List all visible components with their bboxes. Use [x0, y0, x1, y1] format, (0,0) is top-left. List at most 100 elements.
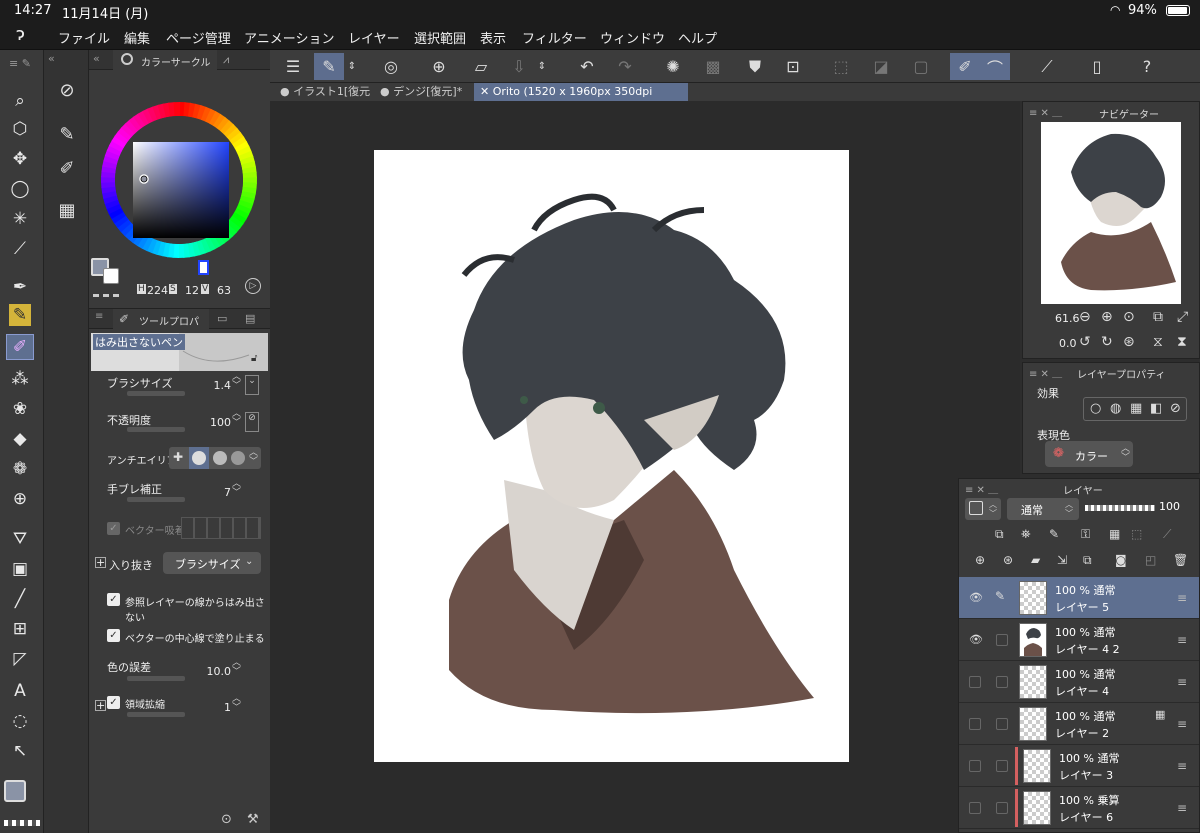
text-tool-icon[interactable]: A — [6, 678, 34, 704]
layer-row-6[interactable]: 100 % 乗算 レイヤー 6 ≡ — [959, 787, 1199, 829]
edit-target-box[interactable] — [996, 718, 1008, 730]
layer-name[interactable]: レイヤー 3 — [1059, 767, 1113, 783]
edit-target-pen-icon[interactable]: ✎ — [995, 589, 1005, 603]
color-margin-stepper[interactable]: ︿ ﹀ — [232, 659, 241, 677]
brush-tool-icon[interactable]: ✐ — [6, 334, 34, 360]
stabilize-slider[interactable] — [127, 497, 185, 502]
reference-layer-icon[interactable]: ⛯ — [1021, 527, 1031, 542]
rotate-left-icon[interactable]: ↺ — [1079, 334, 1091, 350]
new-vector-layer-icon[interactable]: ⊛ — [1003, 553, 1013, 567]
taper-expand-icon[interactable]: + — [95, 557, 106, 568]
combine-layer-icon[interactable]: ⧉ — [1083, 553, 1092, 568]
transform-icon[interactable]: ⊡ — [778, 53, 808, 80]
visibility-eye-icon[interactable]: 👁︎ — [969, 633, 983, 646]
undo-icon[interactable]: ↶ — [572, 53, 602, 80]
visibility-box[interactable] — [969, 802, 981, 814]
brush-shape-tab-icon[interactable]: ▤ — [245, 312, 255, 325]
line-tool-icon[interactable]: ╱ — [6, 586, 34, 612]
layer-row-5[interactable]: 👁︎ ✎ 100 % 通常 レイヤー 5 ≡ — [959, 577, 1199, 619]
menu-page[interactable]: ページ管理 — [166, 28, 231, 47]
magic-wand-tool-icon[interactable]: ✳ — [6, 206, 34, 232]
layer-drag-handle-icon[interactable]: ≡ — [1177, 717, 1187, 731]
fill-tool-icon[interactable]: ⛛ — [6, 526, 34, 552]
color-mode-switch-icon[interactable]: ▷ — [245, 278, 261, 294]
brush-size-pressure-icon[interactable]: ⌄ — [245, 375, 259, 395]
apply-mask-icon[interactable]: ◰ — [1145, 553, 1156, 567]
visibility-box[interactable] — [969, 760, 981, 772]
reset-settings-icon[interactable]: ⊙ — [221, 812, 232, 827]
tab-illust1[interactable]: ● イラスト1[復元 — [274, 83, 372, 101]
antialias-none-icon[interactable]: ✚ — [173, 450, 183, 464]
app-logo-icon[interactable]: ɂ — [16, 24, 25, 45]
move-tool-icon[interactable]: ✥ — [6, 146, 34, 172]
lock-icon[interactable]: 🔓︎ — [251, 353, 257, 364]
frame-tool-icon[interactable]: ⊞ — [6, 616, 34, 642]
3d-object-tool-icon[interactable]: ⬡ — [6, 116, 34, 142]
layer-panel-menu-icon[interactable]: ≡ ✕ ＿ — [965, 481, 998, 496]
navigator-menu-icon[interactable]: ≡ ✕ ＿ — [1029, 104, 1062, 119]
new-folder-icon[interactable]: ▰ — [1031, 553, 1040, 567]
fullscreen-icon[interactable]: ⤢ — [1177, 309, 1188, 325]
deselect-icon[interactable]: ⬚ — [826, 53, 856, 80]
effect-more-icon[interactable]: ⊘ — [1170, 401, 1181, 416]
panel-arrows-icon[interactable]: « — [48, 52, 55, 65]
layer-drag-handle-icon[interactable]: ≡ — [1177, 801, 1187, 815]
blend-mode-dropdown[interactable]: 通常 ︿ ﹀ — [1007, 498, 1079, 520]
rotation-value[interactable]: 0.0 — [1059, 337, 1077, 350]
layer-row-3[interactable]: 100 % 通常 レイヤー 3 ≡ — [959, 745, 1199, 787]
layer-opacity-value[interactable]: 100 — [1159, 500, 1180, 513]
lock-layer-icon[interactable]: ⚿ — [1081, 527, 1090, 542]
layer-color-icon[interactable]: ◧ — [1150, 401, 1162, 416]
vector-center-checkbox[interactable]: ✓ — [107, 629, 120, 642]
brush-preset-preview[interactable]: はみ出さないペン 🔓︎ — [91, 333, 268, 371]
menu-window[interactable]: ウィンドウ — [600, 28, 665, 47]
color-set-tab-icon[interactable]: ⩘ — [223, 53, 229, 67]
layer-type-selector[interactable]: ︿ ﹀ — [965, 498, 1001, 520]
help-icon[interactable]: ? — [1132, 53, 1162, 80]
new-file-icon[interactable]: ⊕ — [424, 53, 454, 80]
decoration-tool-icon[interactable]: ❀ — [6, 396, 34, 422]
visibility-eye-icon[interactable]: 👁︎ — [969, 591, 983, 604]
save-stepper[interactable]: ⇕ — [534, 53, 550, 80]
navigator-preview[interactable] — [1041, 122, 1181, 304]
smartphone-icon[interactable]: ▯ — [1082, 53, 1112, 80]
menu-layer[interactable]: レイヤー — [348, 28, 400, 47]
fill-icon[interactable]: ⛊ — [740, 53, 770, 80]
stabilize-value[interactable]: 7 — [197, 486, 231, 499]
actual-size-icon[interactable]: ⊙ — [1123, 309, 1135, 325]
brush-size-stepper[interactable]: ︿ ﹀ — [232, 373, 241, 391]
fit-window-icon[interactable]: ⧉ — [1153, 309, 1163, 325]
panel-transparent-color[interactable] — [93, 290, 119, 297]
sub-tool-navigate-icon[interactable]: ⊘ — [53, 76, 81, 104]
reset-rotation-icon[interactable]: ⊛ — [1123, 334, 1135, 350]
layer-drag-handle-icon[interactable]: ≡ — [1177, 633, 1187, 647]
antialias-medium-icon[interactable] — [213, 451, 227, 465]
antialias-selector[interactable]: ✚ ︿ ﹀ — [169, 447, 261, 469]
lasso-tool-icon[interactable]: ◯ — [6, 176, 34, 202]
tone-effect-icon[interactable]: ▦ — [1130, 401, 1142, 416]
figure-tool-icon[interactable]: ⊕ — [6, 486, 34, 512]
layer-name[interactable]: レイヤー 5 — [1055, 599, 1109, 615]
layer-row-4[interactable]: 100 % 通常 レイヤー 4 ≡ — [959, 661, 1199, 703]
selection-border-icon[interactable]: ▢ — [906, 53, 936, 80]
brush-size-slider[interactable] — [127, 391, 185, 396]
opacity-slider[interactable] — [127, 427, 185, 432]
invert-selection-icon[interactable]: ◪ — [866, 53, 896, 80]
sub-tool-pen-settings-icon[interactable]: ✐ — [53, 154, 81, 182]
layer-mask-icon[interactable]: ◙ — [1115, 553, 1127, 567]
layer-drag-handle-icon[interactable]: ≡ — [1177, 759, 1187, 773]
mask-enable-icon[interactable]: ⬚ — [1131, 527, 1142, 541]
tab-orito[interactable]: ✕ Orito (1520 x 1960px 350dpi 61.6%) — [474, 83, 688, 116]
zoom-in-icon[interactable]: ⊕ — [1101, 309, 1113, 325]
pencil-tool-icon[interactable]: ✎ — [9, 304, 31, 326]
flip-vertical-icon[interactable]: ⧗ — [1177, 334, 1187, 350]
menu-help[interactable]: ヘルプ — [678, 28, 717, 47]
layer-property-menu-icon[interactable]: ≡ ✕ ＿ — [1029, 365, 1062, 380]
color-margin-slider[interactable] — [127, 676, 185, 681]
blend-tool-icon[interactable]: ❁ — [6, 456, 34, 482]
area-scaling-value[interactable]: 1 — [197, 701, 231, 714]
clip-layer-icon[interactable]: ⧉ — [995, 527, 1004, 542]
antialias-weak-icon[interactable] — [192, 451, 206, 465]
menu-selection[interactable]: 選択範囲 — [414, 28, 466, 47]
visibility-box[interactable] — [969, 676, 981, 688]
